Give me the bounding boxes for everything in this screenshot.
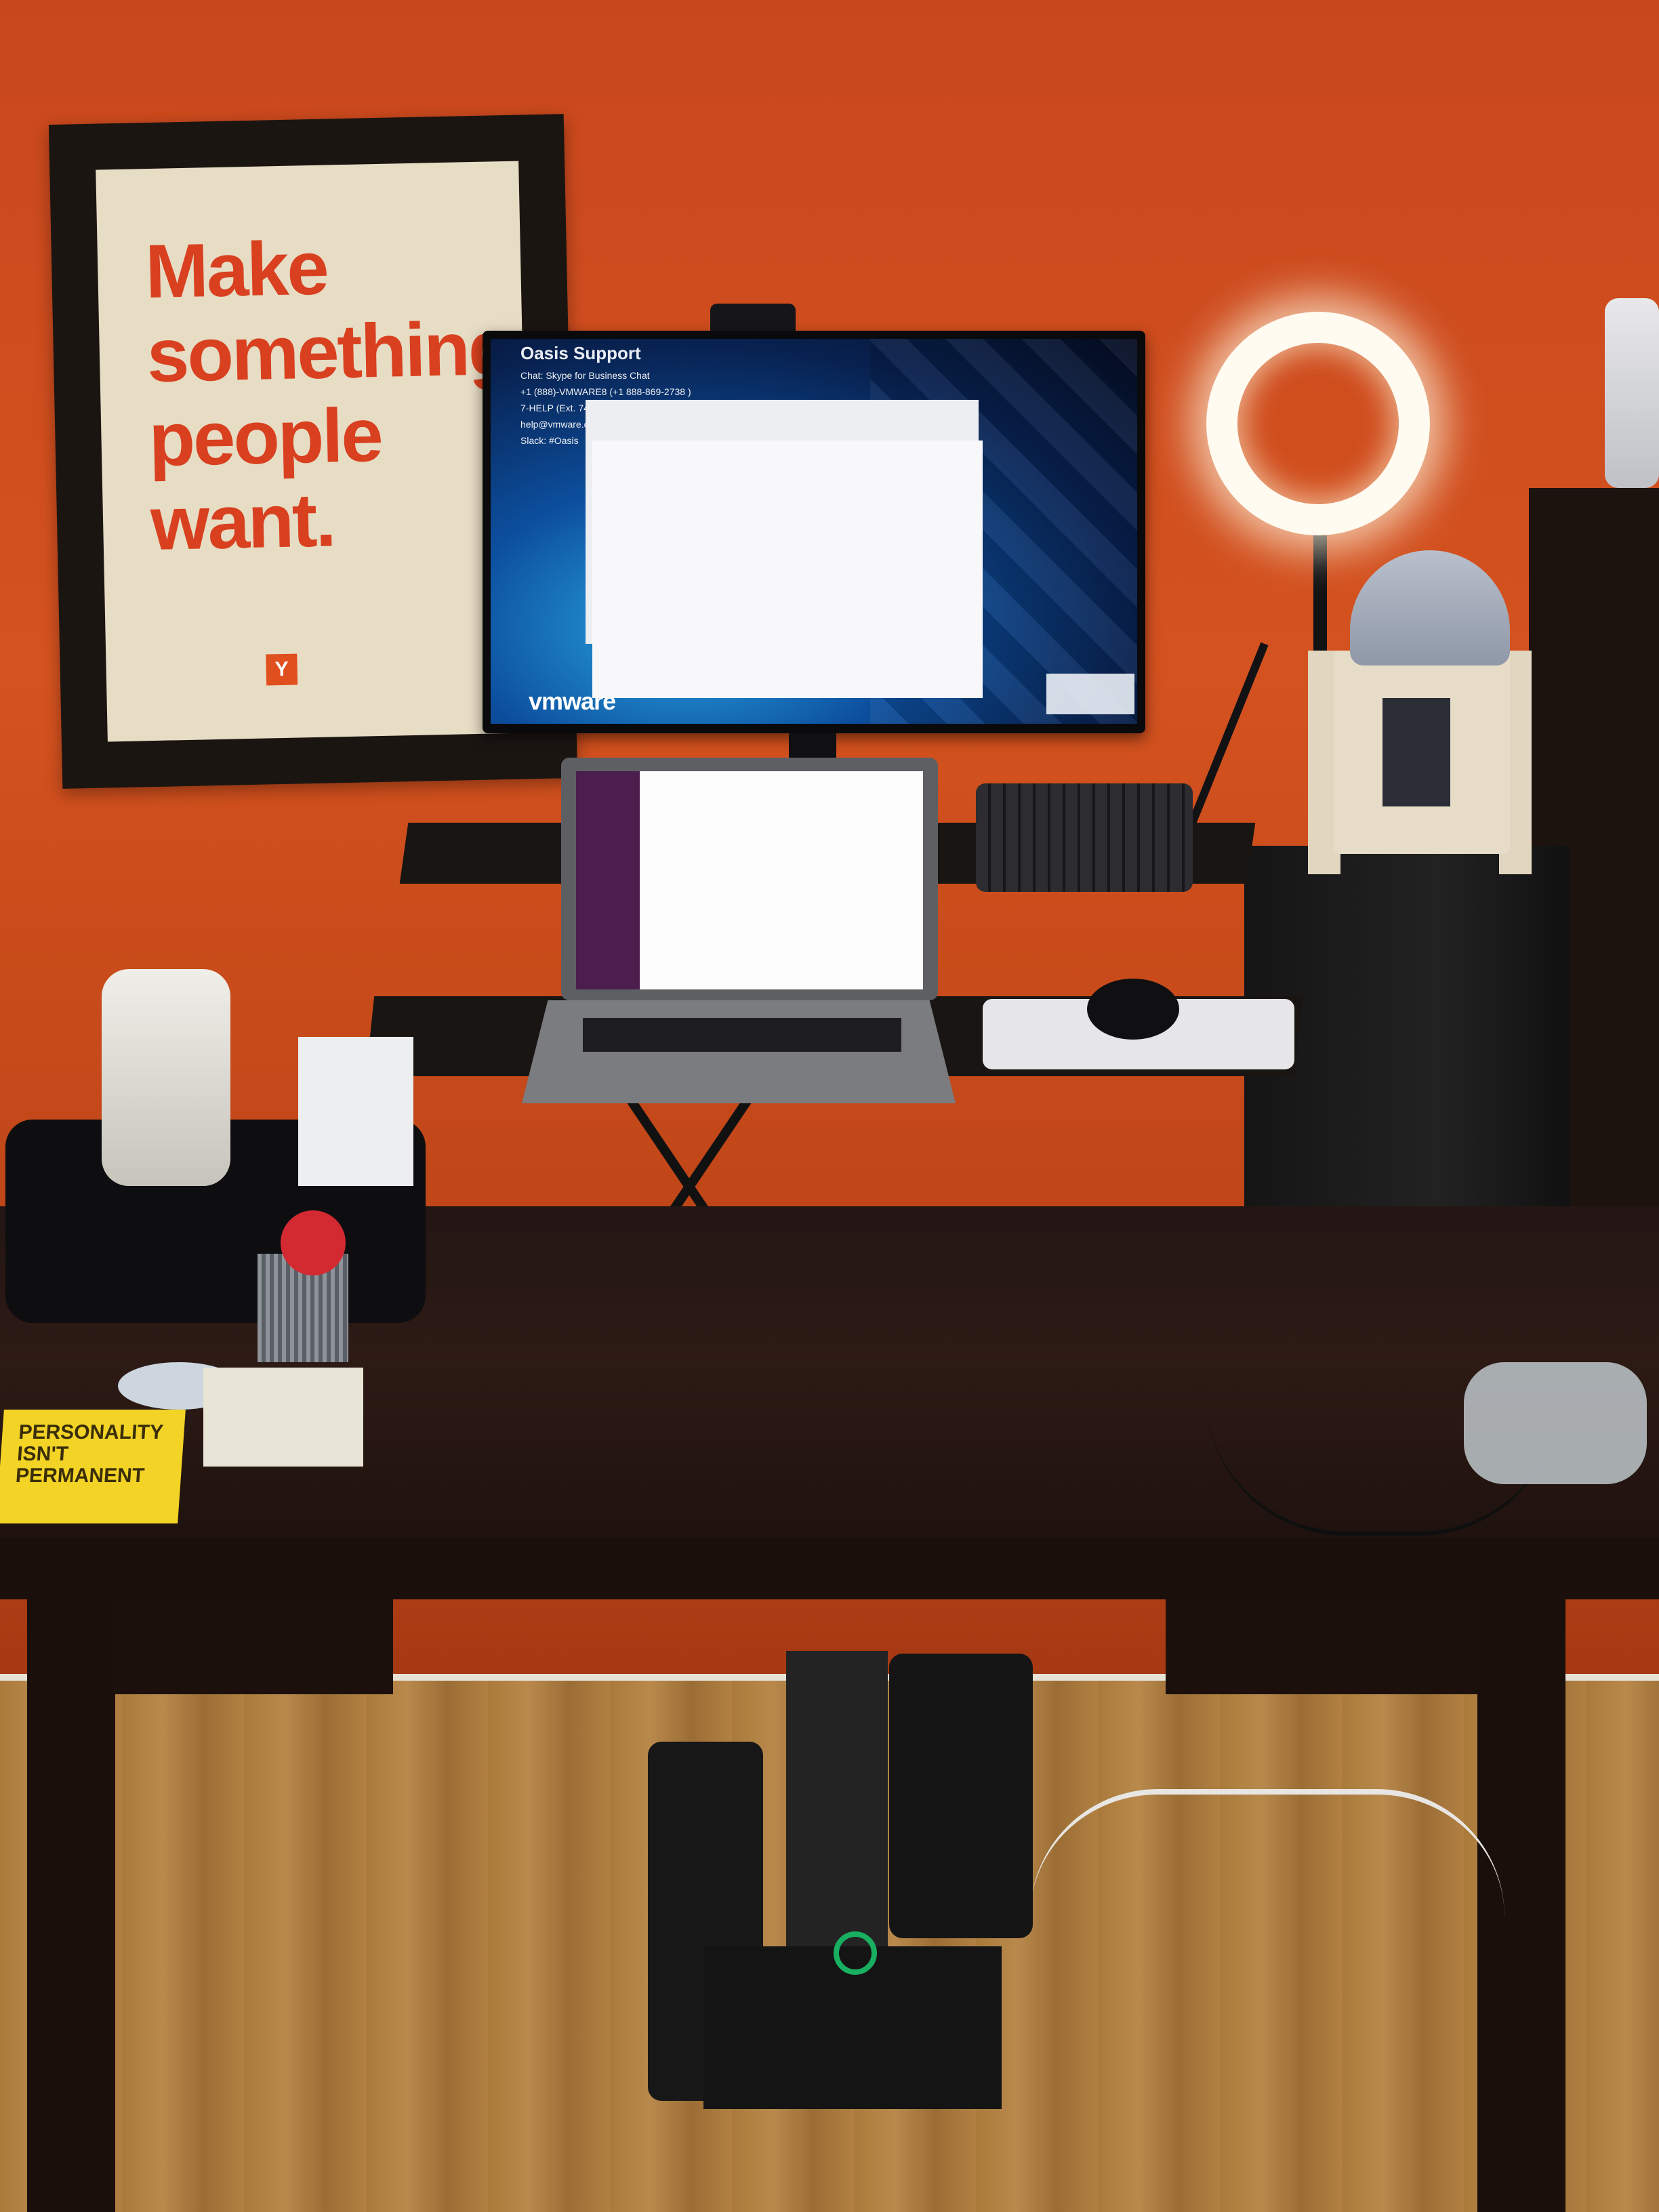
- tissue-box: [298, 1037, 413, 1186]
- book: PERSONALITY ISN'T PERMANENT: [0, 1410, 186, 1523]
- book-title-line: PERSONALITY: [18, 1421, 165, 1443]
- external-monitor: Oasis Support Chat: Skype for Business C…: [483, 331, 1145, 733]
- slack-sidebar: [576, 771, 640, 989]
- ring-light: [1206, 312, 1430, 535]
- stepper-display-ring: [834, 1931, 877, 1975]
- r2d2-dome: [1350, 550, 1510, 665]
- vmware-logo: vmware: [529, 687, 616, 715]
- poster-line: people: [148, 392, 382, 483]
- red-stress-ball: [281, 1210, 346, 1275]
- monitor-stand: [789, 733, 836, 760]
- laptop: [561, 758, 938, 1000]
- book-title-line: PERMANENT: [14, 1465, 146, 1487]
- desk-setup-photo: Make something people want. Y Oasis Supp…: [0, 0, 1659, 2212]
- stepper-pedal-right: [889, 1654, 1033, 1938]
- desk-edge: [0, 1538, 1659, 1599]
- desk-leg-left: [27, 1586, 115, 2212]
- laptop-base: [522, 1000, 956, 1103]
- robot-figure-small: [102, 969, 230, 1186]
- support-line: Slack: #Oasis: [520, 435, 579, 446]
- yc-logo: Y: [266, 653, 298, 686]
- laptop-screen[interactable]: [576, 771, 923, 989]
- robot-figure: [1605, 298, 1659, 488]
- notification-popup[interactable]: [1046, 674, 1134, 714]
- monitor-screen[interactable]: Oasis Support Chat: Skype for Business C…: [491, 339, 1137, 724]
- laptop-keyboard: [583, 1018, 901, 1052]
- game-controller: [1464, 1362, 1647, 1484]
- desk-drawer-right: [1166, 1599, 1518, 1694]
- poster-slogan: Make something people want.: [144, 222, 531, 567]
- book-title: PERSONALITY ISN'T PERMANENT: [14, 1421, 165, 1487]
- poster-line: Make: [144, 225, 328, 314]
- keyboard: [976, 783, 1193, 892]
- book-title-line: ISN'T: [16, 1443, 69, 1465]
- coaster: [203, 1368, 363, 1467]
- support-line: +1 (888)-VMWARE8 (+1 888-869-2738 ): [520, 386, 691, 397]
- app-window-front[interactable]: [592, 441, 983, 698]
- poster-line: something: [146, 305, 514, 398]
- mouse: [1087, 979, 1179, 1040]
- floor-cable: [1030, 1789, 1504, 1917]
- support-title: Oasis Support: [520, 343, 641, 363]
- support-line: Chat: Skype for Business Chat: [520, 370, 650, 381]
- r2d2-panel: [1382, 698, 1450, 806]
- poster-line: want.: [149, 477, 335, 567]
- poster: Make something people want. Y: [96, 161, 531, 742]
